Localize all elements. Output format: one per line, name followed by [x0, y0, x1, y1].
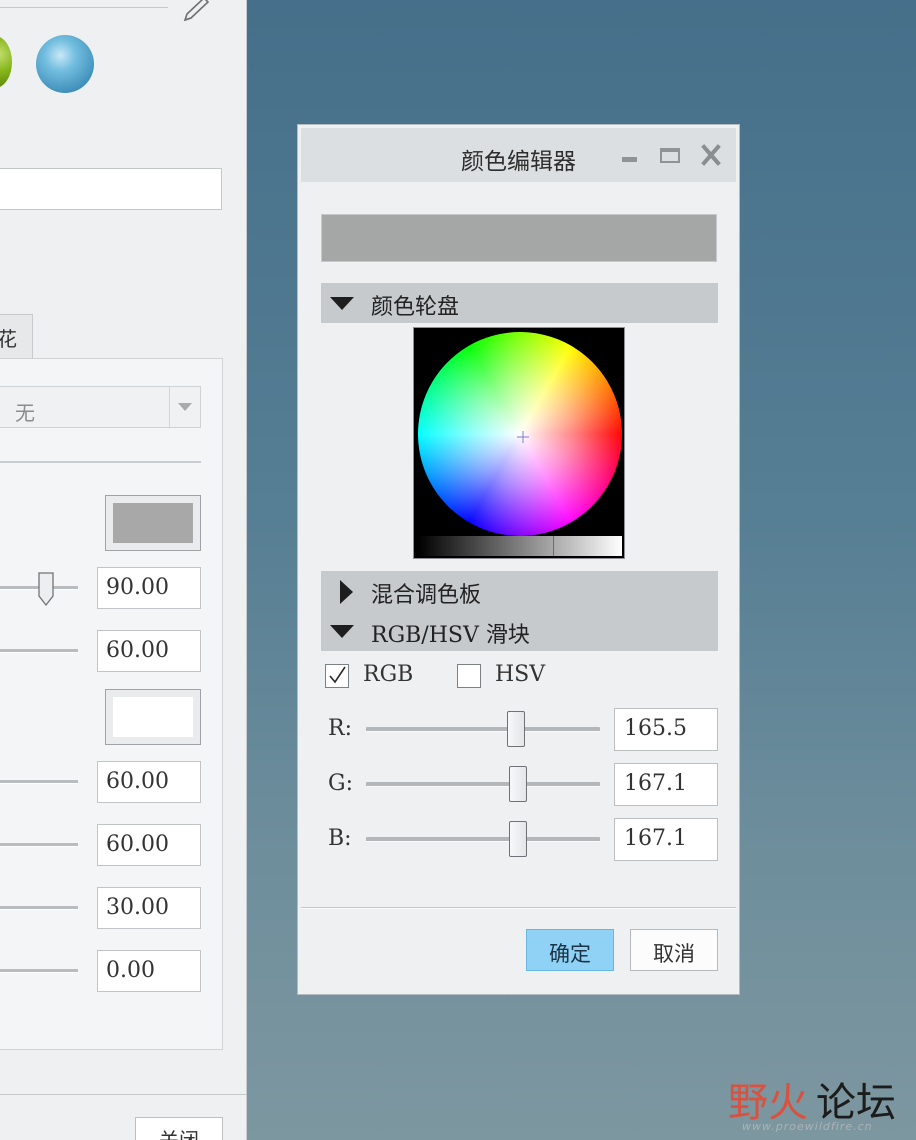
chevron-down-icon[interactable]: [178, 403, 192, 411]
name-input[interactable]: [0, 168, 222, 210]
color-swatch-button[interactable]: [105, 495, 201, 551]
section-rgb-hsv-sliders[interactable]: RGB/HSV 滑块: [321, 611, 718, 651]
green-slider-thumb[interactable]: [509, 766, 527, 802]
ok-button[interactable]: 确定: [526, 929, 614, 971]
expand-triangle-icon[interactable]: [340, 580, 353, 604]
tab-pattern[interactable]: 花: [0, 314, 33, 358]
color-swatch: [113, 503, 193, 543]
blue-label: B:: [328, 826, 352, 851]
left-panel: 花 无 90.00 60.00 60.00 60.00 30.00 0.00 关…: [0, 0, 247, 1140]
tab-label: 花: [0, 327, 17, 351]
slider-track[interactable]: [0, 906, 78, 910]
title-bar[interactable]: 颜色编辑器: [301, 128, 736, 182]
slider-thumb[interactable]: [38, 572, 54, 606]
color-swatch-button[interactable]: [105, 689, 201, 745]
blue-slider-thumb[interactable]: [509, 821, 527, 857]
brightness-bar[interactable]: [418, 536, 622, 556]
value-field[interactable]: 60.00: [97, 761, 201, 803]
divider: [0, 1094, 246, 1095]
red-slider-thumb[interactable]: [507, 711, 525, 747]
red-label: R:: [328, 716, 352, 741]
hsv-checkbox[interactable]: [457, 664, 481, 688]
red-value-field[interactable]: 165.5: [614, 708, 718, 751]
blue-value-field[interactable]: 167.1: [614, 818, 718, 861]
value-field[interactable]: 60.00: [97, 824, 201, 866]
value-field[interactable]: 60.00: [97, 630, 201, 672]
divider: [301, 907, 736, 909]
hsv-label: HSV: [495, 662, 546, 687]
rgb-label: RGB: [363, 662, 414, 687]
dropdown-separator: [169, 387, 170, 427]
section-label: 混合调色板: [371, 583, 482, 608]
divider: [0, 7, 168, 8]
cancel-button[interactable]: 取消: [630, 929, 718, 971]
slider-track[interactable]: [0, 843, 78, 847]
green-sphere-swatch[interactable]: [0, 36, 12, 88]
pattern-dropdown[interactable]: 无: [0, 386, 201, 428]
rgb-checkbox[interactable]: [325, 664, 349, 688]
slider-track[interactable]: [0, 649, 78, 653]
value-field[interactable]: 30.00: [97, 887, 201, 929]
collapse-triangle-icon[interactable]: [330, 297, 354, 310]
close-icon[interactable]: [701, 144, 721, 166]
value-field[interactable]: 90.00: [97, 567, 201, 609]
section-label: RGB/HSV 滑块: [371, 623, 530, 648]
maximize-icon[interactable]: [660, 148, 680, 163]
green-slider-track[interactable]: [366, 782, 600, 787]
green-label: G:: [328, 771, 353, 796]
pencil-icon[interactable]: [182, 0, 212, 22]
section-color-wheel[interactable]: 颜色轮盘: [321, 283, 718, 323]
minimize-icon[interactable]: [622, 157, 637, 162]
red-slider-track[interactable]: [366, 727, 600, 732]
crosshair-icon[interactable]: [517, 431, 529, 443]
color-editor-dialog: 颜色编辑器 颜色轮盘 混合调色板 RGB/HSV 滑块 RGB HSV R: 1…: [297, 124, 740, 995]
section-label: 颜色轮盘: [371, 295, 460, 320]
close-button[interactable]: 关闭: [135, 1117, 223, 1140]
color-preview: [321, 214, 717, 262]
dropdown-value: 无: [15, 401, 35, 425]
divider: [0, 461, 201, 463]
blue-slider-track[interactable]: [366, 837, 600, 842]
color-wheel-panel: [413, 327, 625, 559]
value-field[interactable]: 0.00: [97, 950, 201, 992]
brightness-marker[interactable]: [553, 536, 554, 556]
blue-sphere-swatch[interactable]: [36, 35, 94, 93]
color-wheel[interactable]: [418, 332, 622, 536]
collapse-triangle-icon[interactable]: [330, 625, 354, 638]
section-blend-palette[interactable]: 混合调色板: [321, 571, 718, 611]
slider-track[interactable]: [0, 780, 78, 784]
checkmark-icon: [329, 666, 346, 684]
dialog-title: 颜色编辑器: [461, 149, 576, 175]
watermark-logo: 野火 论坛 www.proewildfire.cn: [728, 1066, 908, 1140]
green-value-field[interactable]: 167.1: [614, 763, 718, 806]
watermark-url: www.proewildfire.cn: [742, 1120, 873, 1133]
color-swatch: [113, 697, 193, 737]
slider-track[interactable]: [0, 969, 78, 973]
